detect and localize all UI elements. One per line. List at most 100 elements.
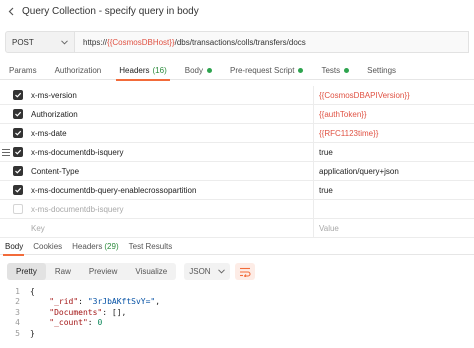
method-label: POST [12, 37, 34, 47]
url-input[interactable]: https://{{CosmosDBHost}}/dbs/transaction… [75, 31, 469, 53]
response-toolbar: Pretty Raw Preview Visualize JSON [7, 263, 256, 280]
status-dot-icon [298, 67, 304, 73]
tab-label: Body [5, 242, 24, 251]
tab-authorization[interactable]: Authorization [46, 60, 111, 80]
back-arrow-icon[interactable] [4, 4, 18, 18]
tab-label: Params [9, 65, 37, 75]
json-key: "Documents" [49, 307, 103, 317]
code-line: 5 } [0, 328, 474, 339]
json-value: [] [111, 307, 122, 317]
brace-close: } [30, 328, 35, 338]
header-value[interactable]: {{authToken}} [319, 110, 367, 119]
new-header-key-input[interactable]: Key [31, 224, 45, 233]
method-select[interactable]: POST [5, 31, 75, 53]
tab-count: (29) [104, 242, 119, 251]
json-key: "_rid" [49, 297, 79, 307]
code-line: 4 "_count": 0 [0, 318, 474, 329]
new-header-row: Key Value [0, 219, 474, 238]
json-key: "_count" [49, 318, 88, 328]
tab-label: Pre-request Script [229, 65, 295, 75]
status-dot-icon [206, 67, 212, 73]
tab-label: Body [184, 65, 203, 75]
header-value[interactable]: true [319, 186, 333, 195]
pretty-button[interactable]: Pretty [7, 263, 46, 280]
header-key[interactable]: x-ms-documentdb-isquery [31, 148, 123, 157]
raw-button[interactable]: Raw [46, 263, 80, 280]
table-row: Authorization {{authToken}} [0, 105, 474, 124]
header-value[interactable]: true [319, 148, 333, 157]
header-key[interactable]: x-ms-version [31, 91, 77, 100]
response-tabs: Body Cookies Headers (29) Test Results [0, 238, 474, 256]
tab-count: (16) [152, 65, 167, 75]
code-line: 2 "_rid": "3rJbAKftSvY=", [0, 297, 474, 308]
tab-body[interactable]: Body [176, 60, 221, 80]
header-enabled-checkbox[interactable] [13, 166, 23, 176]
tab-test-results[interactable]: Test Results [125, 238, 177, 255]
title-bar: Query Collection - specify query in body [0, 0, 474, 22]
url-path: /dbs/transactions/colls/transfers/docs [174, 37, 306, 47]
visualize-button[interactable]: Visualize [126, 263, 176, 280]
tab-headers[interactable]: Headers (16) [110, 60, 175, 81]
checkmark-icon [15, 92, 22, 98]
tab-label: Headers [72, 242, 103, 251]
tab-response-headers[interactable]: Headers (29) [68, 238, 122, 255]
response-body-code[interactable]: 1 { 2 "_rid": "3rJbAKftSvY=", 3 "Documen… [0, 286, 474, 339]
request-tabs: Params Authorization Headers (16) Body Pr… [0, 60, 474, 81]
view-mode-switch: Pretty Raw Preview Visualize [7, 263, 177, 280]
chevron-down-icon [61, 38, 68, 47]
header-enabled-checkbox[interactable] [13, 109, 23, 119]
header-value[interactable]: {{RFC1123time}} [319, 129, 378, 138]
header-value[interactable]: application/query+json [319, 167, 399, 176]
code-text: } [30, 329, 35, 338]
code-line: 1 { [0, 286, 474, 297]
code-text: { [30, 287, 35, 296]
headers-table: x-ms-version {{CosmosDBAPIVersion}} Auth… [0, 86, 474, 238]
code-line: 3 "Documents": [], [0, 307, 474, 318]
preview-button[interactable]: Preview [80, 263, 126, 280]
header-key[interactable]: x-ms-documentdb-isquery [31, 205, 123, 214]
line-number: 2 [15, 297, 20, 307]
drag-handle-icon[interactable] [2, 148, 10, 156]
header-key[interactable]: Authorization [31, 110, 78, 119]
tab-tests[interactable]: Tests [312, 60, 358, 80]
header-enabled-checkbox[interactable] [13, 147, 23, 157]
header-enabled-checkbox[interactable] [13, 90, 23, 100]
header-enabled-checkbox[interactable] [13, 204, 23, 214]
json-value: 0 [97, 318, 103, 328]
table-row: x-ms-version {{CosmosDBAPIVersion}} [0, 86, 474, 105]
table-row: Content-Type application/query+json [0, 162, 474, 181]
table-row: x-ms-documentdb-isquery true [0, 143, 474, 162]
new-header-value-input[interactable]: Value [319, 224, 339, 233]
header-key[interactable]: Content-Type [31, 167, 79, 176]
checkmark-icon [15, 111, 22, 117]
line-number: 3 [15, 307, 20, 317]
tab-label: Authorization [54, 65, 102, 75]
code-text: "Documents": [], [49, 307, 127, 317]
collection-title: Query Collection - specify query in body [22, 5, 199, 17]
tab-response-body[interactable]: Body [0, 238, 27, 256]
format-label: JSON [189, 267, 211, 276]
line-number: 4 [15, 318, 20, 328]
url-prefix: https:// [83, 37, 108, 47]
tab-pre-request-script[interactable]: Pre-request Script [221, 60, 312, 80]
tab-label: Test Results [128, 242, 173, 251]
header-key[interactable]: x-ms-documentdb-query-enablecrossopartit… [31, 186, 196, 195]
header-enabled-checkbox[interactable] [13, 185, 23, 195]
wrap-lines-button[interactable] [235, 263, 256, 280]
tab-settings[interactable]: Settings [358, 60, 405, 80]
header-key[interactable]: x-ms-date [31, 129, 67, 138]
status-dot-icon [344, 67, 350, 73]
header-value[interactable]: {{CosmosDBAPIVersion}} [319, 91, 410, 100]
line-number: 1 [15, 286, 20, 296]
code-text: "_count": 0 [49, 318, 103, 328]
tab-label: Cookies [33, 242, 63, 251]
table-row: x-ms-date {{RFC1123time}} [0, 124, 474, 143]
checkmark-icon [15, 149, 22, 155]
format-select[interactable]: JSON [184, 263, 231, 280]
code-text: "_rid": "3rJbAKftSvY=", [49, 297, 161, 307]
checkmark-icon [15, 168, 22, 174]
tab-response-cookies[interactable]: Cookies [29, 238, 66, 255]
wrap-lines-icon [240, 267, 251, 277]
header-enabled-checkbox[interactable] [13, 128, 23, 138]
tab-params[interactable]: Params [0, 60, 46, 80]
